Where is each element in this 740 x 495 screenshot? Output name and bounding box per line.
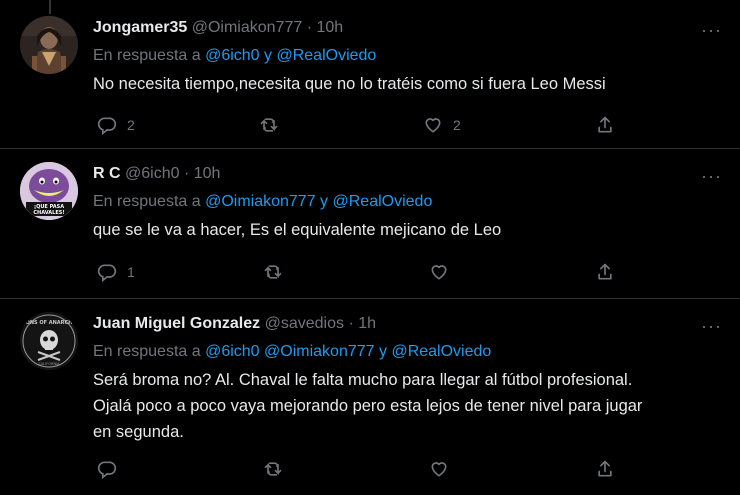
mention-link[interactable]: @Oimiakon777 [205, 193, 316, 210]
display-name[interactable]: Jongamer35 [93, 19, 187, 36]
like-button[interactable] [429, 459, 449, 479]
tweet-text-line: en segunda. [93, 423, 184, 441]
avatar[interactable] [20, 16, 78, 74]
tweet-2[interactable]: ¡QUE PASA CHAVALES! R C @6ich0 · 10h ···… [0, 160, 740, 295]
avatar[interactable]: SONS OF ANARCHY CALIFORNIA [20, 312, 78, 370]
person-avatar-icon [20, 16, 78, 74]
tweet-1[interactable]: Jongamer35 @Oimiakon777 · 10h ··· En res… [0, 14, 740, 144]
reply-button[interactable]: 1 [97, 262, 135, 282]
mention-link[interactable]: @RealOviedo [276, 47, 376, 64]
like-button[interactable]: 2 [423, 115, 461, 135]
tweet-text-line: Será broma no? Al. Chaval le falta mucho… [93, 371, 633, 389]
tweet-actions [93, 459, 633, 479]
mention-link[interactable]: @RealOviedo [333, 193, 433, 210]
heart-icon [431, 265, 447, 280]
tweet-text-line: Ojalá poco a poco vaya mejorando pero es… [93, 397, 643, 415]
avatar[interactable]: ¡QUE PASA CHAVALES! [20, 162, 78, 220]
reply-button[interactable] [97, 459, 117, 479]
barney-avatar-icon: ¡QUE PASA CHAVALES! [20, 162, 78, 220]
like-button[interactable] [429, 262, 449, 282]
share-button[interactable] [595, 459, 615, 479]
mention-link[interactable]: @RealOviedo [391, 343, 491, 360]
retweet-button[interactable] [259, 115, 279, 135]
svg-text:CHAVALES!: CHAVALES! [33, 210, 64, 216]
reply-context: En respuesta a @6ich0 y @RealOviedo [93, 45, 722, 67]
tweet-text: Será broma no? Al. Chaval le falta mucho… [93, 367, 722, 445]
separator-dot: · [183, 165, 190, 182]
tweet-actions: 1 [93, 262, 633, 282]
thread-line [49, 0, 51, 14]
tweet-header: Juan Miguel Gonzalez @savedios · 1h [93, 313, 722, 335]
reply-context: En respuesta a @6ich0 @Oimiakon777 y @Re… [93, 341, 722, 363]
share-button[interactable] [595, 262, 615, 282]
mention-link[interactable]: @Oimiakon777 [264, 343, 375, 360]
retweet-icon [264, 462, 282, 476]
mention-connector: y [264, 47, 273, 64]
reply-count: 2 [127, 117, 135, 133]
more-options-icon[interactable]: ··· [701, 167, 722, 185]
reply-icon [97, 264, 117, 282]
heart-icon [431, 462, 447, 477]
divider [0, 298, 740, 299]
tweet-actions: 2 2 [93, 115, 633, 135]
more-options-icon[interactable]: ··· [701, 21, 722, 39]
retweet-icon [260, 118, 278, 132]
tweet-text: que se le va a hacer, Es el equivalente … [93, 221, 502, 239]
user-handle[interactable]: @savedios [265, 315, 344, 332]
separator-dot: · [348, 315, 354, 332]
display-name[interactable]: Juan Miguel Gonzalez [93, 315, 260, 332]
heart-icon [425, 118, 441, 133]
sons-of-anarchy-avatar-icon: SONS OF ANARCHY CALIFORNIA [20, 312, 78, 370]
reply-button[interactable]: 2 [97, 115, 135, 135]
separator-dot: · [306, 19, 313, 36]
more-options-icon[interactable]: ··· [701, 317, 722, 335]
reply-prefix: En respuesta a [93, 47, 201, 64]
reply-prefix: En respuesta a [93, 193, 201, 210]
retweet-icon [264, 265, 282, 279]
reply-icon [97, 461, 117, 479]
display-name[interactable]: R C [93, 165, 121, 182]
retweet-button[interactable] [263, 459, 283, 479]
share-button[interactable] [595, 115, 615, 135]
reply-context: En respuesta a @Oimiakon777 y @RealOvied… [93, 191, 722, 213]
like-count: 2 [453, 117, 461, 133]
timestamp[interactable]: 10h [194, 165, 221, 182]
reply-icon [97, 117, 117, 135]
tweet-header: R C @6ich0 · 10h [93, 163, 722, 185]
timestamp[interactable]: 1h [358, 315, 376, 332]
tweet-header: Jongamer35 @Oimiakon777 · 10h [93, 17, 722, 39]
mention-connector: y [320, 193, 329, 210]
user-handle[interactable]: @6ich0 [125, 165, 180, 182]
share-icon [598, 263, 612, 280]
reply-prefix: En respuesta a [93, 343, 201, 360]
tweet-text: No necesita tiempo,necesita que no lo tr… [93, 75, 606, 93]
share-icon [598, 460, 612, 477]
mention-link[interactable]: @6ich0 [205, 343, 260, 360]
share-icon [598, 116, 612, 133]
mention-connector: y [379, 343, 387, 360]
mention-link[interactable]: @6ich0 [205, 47, 260, 64]
svg-text:SONS OF ANARCHY: SONS OF ANARCHY [22, 320, 76, 326]
user-handle[interactable]: @Oimiakon777 [192, 19, 303, 36]
svg-text:CALIFORNIA: CALIFORNIA [38, 362, 60, 366]
divider [0, 148, 740, 149]
reply-count: 1 [127, 264, 135, 280]
retweet-button[interactable] [263, 262, 283, 282]
tweet-3[interactable]: SONS OF ANARCHY CALIFORNIA Juan Miguel G… [0, 310, 740, 495]
timestamp[interactable]: 10h [316, 19, 343, 36]
